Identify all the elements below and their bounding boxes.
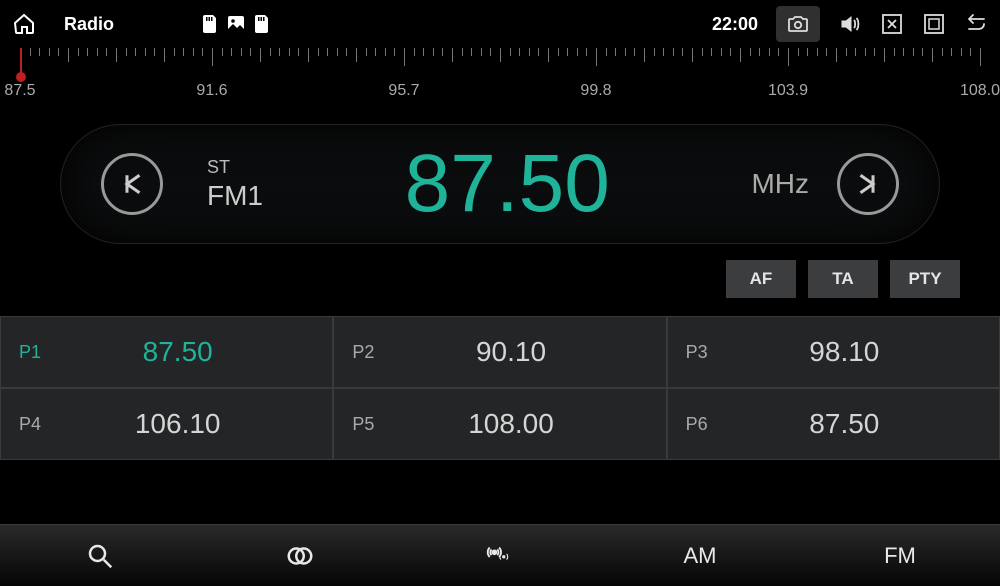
sd-icon-2 xyxy=(254,15,270,33)
dial-label: 103.9 xyxy=(768,82,808,100)
preset-name: P5 xyxy=(352,414,374,435)
ta-button[interactable]: TA xyxy=(808,260,878,298)
back-icon[interactable] xyxy=(964,12,988,36)
switch-icon[interactable] xyxy=(922,12,946,36)
preset-2[interactable]: P290.10 xyxy=(333,316,666,388)
picture-icon xyxy=(228,15,244,33)
dial-indicator xyxy=(20,48,22,76)
preset-3[interactable]: P398.10 xyxy=(667,316,1000,388)
dial-label: 99.8 xyxy=(580,82,611,100)
dial-label: 87.5 xyxy=(4,82,35,100)
preset-name: P2 xyxy=(352,342,374,363)
preset-6[interactable]: P687.50 xyxy=(667,388,1000,460)
band-label: FM1 xyxy=(207,180,263,212)
screenshot-button[interactable] xyxy=(776,6,820,42)
preset-name: P6 xyxy=(686,414,708,435)
preset-1[interactable]: P187.50 xyxy=(0,316,333,388)
preset-value: 87.50 xyxy=(708,408,981,440)
dial-label: 91.6 xyxy=(196,82,227,100)
preset-value: 90.10 xyxy=(374,336,647,368)
preset-grid: P187.50P290.10P398.10P4106.10P5108.00P68… xyxy=(0,316,1000,460)
stereo-mono-button[interactable] xyxy=(200,525,400,586)
frequency-value: 87.50 xyxy=(287,137,727,231)
preset-name: P4 xyxy=(19,414,41,435)
close-window-icon[interactable] xyxy=(880,12,904,36)
dial-label: 95.7 xyxy=(388,82,419,100)
seek-next-button[interactable] xyxy=(837,153,899,215)
preset-value: 87.50 xyxy=(41,336,314,368)
tuning-dial[interactable]: 87.5 91.6 95.7 99.8 103.9 108.0 xyxy=(0,48,1000,120)
fm-button[interactable]: FM xyxy=(800,525,1000,586)
status-bar: Radio 22:00 xyxy=(0,0,1000,48)
preset-value: 106.10 xyxy=(41,408,314,440)
bottom-bar: AM FM xyxy=(0,524,1000,586)
preset-name: P3 xyxy=(686,342,708,363)
stereo-indicator: ST xyxy=(207,157,263,178)
preset-5[interactable]: P5108.00 xyxy=(333,388,666,460)
frequency-unit: MHz xyxy=(751,168,809,200)
local-distance-button[interactable] xyxy=(400,525,600,586)
dial-label: 108.0 xyxy=(960,82,1000,100)
af-button[interactable]: AF xyxy=(726,260,796,298)
home-icon[interactable] xyxy=(12,12,36,36)
rds-buttons: AF TA PTY xyxy=(0,244,1000,316)
camera-icon xyxy=(786,12,810,36)
volume-icon[interactable] xyxy=(838,12,862,36)
preset-value: 108.00 xyxy=(374,408,647,440)
app-title: Radio xyxy=(64,14,114,35)
am-button[interactable]: AM xyxy=(600,525,800,586)
preset-name: P1 xyxy=(19,342,41,363)
sd-card-icons xyxy=(202,15,270,33)
preset-4[interactable]: P4106.10 xyxy=(0,388,333,460)
frequency-display: ST FM1 87.50 MHz xyxy=(60,124,940,244)
search-button[interactable] xyxy=(0,525,200,586)
seek-prev-button[interactable] xyxy=(101,153,163,215)
preset-value: 98.10 xyxy=(708,336,981,368)
clock: 22:00 xyxy=(712,14,758,35)
sd-icon xyxy=(202,15,218,33)
pty-button[interactable]: PTY xyxy=(890,260,960,298)
